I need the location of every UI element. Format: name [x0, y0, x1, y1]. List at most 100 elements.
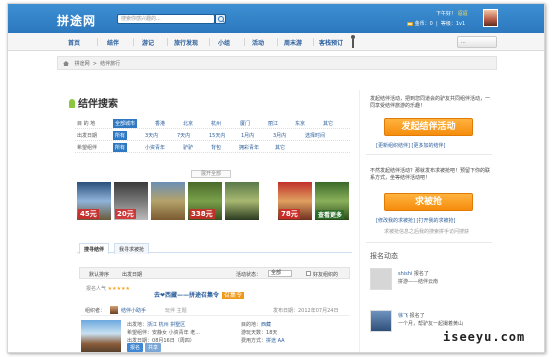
trip-title: 去❤西藏——拼途召集令 召集令: [154, 290, 245, 299]
nav-right-button[interactable]: ...: [457, 36, 497, 48]
price-badge: 20元: [115, 209, 136, 219]
destination-value: 西藏: [261, 322, 272, 328]
days-label: 游玩天数：: [241, 330, 267, 336]
destination-line: 目的地：西藏: [241, 321, 271, 328]
price-badge: 45元: [78, 209, 99, 219]
filter-option[interactable]: 驴驴: [183, 144, 193, 151]
feed-line1: shishi 报名了: [398, 270, 429, 277]
ask-links[interactable]: [修改我的求被抢] [打开我的求被抢]: [376, 217, 455, 224]
filter-option[interactable]: 选择时间: [305, 132, 325, 139]
page-title-text: 结伴搜索: [78, 99, 118, 110]
status-select[interactable]: 全部: [268, 270, 292, 277]
filter-option[interactable]: 拥彩青年: [239, 144, 259, 151]
nav-divider: [277, 38, 278, 46]
search-icon[interactable]: [215, 14, 226, 24]
filter-option[interactable]: 其它: [323, 120, 333, 127]
trip-image[interactable]: [81, 320, 121, 352]
friends-checkbox[interactable]: [306, 271, 311, 276]
nav-discover[interactable]: 旅行发现: [174, 38, 198, 47]
cost-value: 拼途 AA: [266, 338, 285, 344]
thumbnail[interactable]: [225, 182, 259, 220]
filter-option[interactable]: 所有: [113, 131, 128, 140]
feed-avatar[interactable]: [370, 310, 392, 332]
filter-option[interactable]: 丽江: [268, 120, 278, 127]
filter-option[interactable]: 7天内: [177, 132, 190, 139]
filter-option[interactable]: 15天内: [209, 132, 225, 139]
filter-option[interactable]: 厦门: [240, 120, 250, 127]
sort-default[interactable]: 默认排序: [89, 271, 109, 278]
ask-note: 求被抢信息之后我的搜索拼手访问搜获: [384, 229, 470, 235]
greeting: 下午好！ 迢迢: [436, 10, 468, 17]
sort-bar: 默认排序 出发日期 活动状态： 全部 好友组织的: [79, 267, 350, 279]
filter-option[interactable]: 香港: [155, 120, 165, 127]
signup-button[interactable]: 报名: [127, 343, 144, 352]
price-badge: 78元: [279, 209, 300, 219]
sort-by-date[interactable]: 出发日期: [122, 271, 142, 278]
tab-find-companion[interactable]: 搜寻结伴: [79, 243, 110, 254]
filter-option[interactable]: 其它: [275, 144, 285, 151]
page-title: 结伴搜索: [69, 95, 118, 110]
filter-option[interactable]: 所有: [113, 143, 128, 152]
filter-option[interactable]: 北京: [183, 120, 193, 127]
hiker-icon: [349, 35, 357, 49]
organizer-row: 组织者： 结伴小助手 玩伴 主题 发布日期：2012年07月24日: [81, 304, 350, 316]
trip-title-link[interactable]: 去❤西藏——拼途召集令: [154, 292, 219, 299]
filter-option[interactable]: 全部城市: [113, 119, 138, 128]
expand-all-button[interactable]: 展开全部: [191, 170, 231, 178]
destination-thumbnails: 45元 20元 338元 78元 查看更多: [77, 182, 352, 222]
breadcrumb-home[interactable]: 拼途网: [75, 61, 90, 67]
filter-option[interactable]: 东京: [295, 120, 305, 127]
filter-option[interactable]: 3天内: [145, 132, 158, 139]
username-link[interactable]: 迢迢: [458, 11, 468, 17]
divider: [366, 242, 492, 243]
origin-value: 浙江 杭州 拱墅区: [147, 322, 186, 328]
organizer-name[interactable]: 结伴小助手: [121, 307, 146, 314]
filter-option[interactable]: 小资青年: [145, 144, 165, 151]
feed-line2[interactable]: 拼游——结伴云南: [398, 278, 438, 285]
nav-companion[interactable]: 结伴: [107, 38, 119, 47]
filter-option[interactable]: 1月内: [241, 132, 254, 139]
origin-label: 出发地：: [127, 322, 148, 328]
user-avatar[interactable]: [483, 9, 498, 27]
filter-option[interactable]: 3月内: [273, 132, 286, 139]
feed-user[interactable]: shishi: [398, 271, 412, 277]
launch-companion-button[interactable]: 发起结伴活动: [384, 118, 473, 136]
view-more-link[interactable]: 查看更多: [316, 210, 345, 219]
breadcrumb-current: 结伴旅行: [100, 61, 121, 67]
popularity-row: 报名人气 ★★★★★: [86, 285, 130, 292]
feed-user[interactable]: 徐飞: [398, 313, 408, 319]
nav-weekend[interactable]: 周末游: [284, 38, 302, 47]
nav-travelogue[interactable]: 游记: [142, 38, 154, 47]
search-input[interactable]: 搜索你感兴趣的...: [117, 14, 215, 24]
nav-events[interactable]: 活动: [252, 38, 264, 47]
thumbnail[interactable]: [151, 182, 185, 220]
filter-option[interactable]: 背包: [211, 144, 221, 151]
nav-groups[interactable]: 小组: [218, 38, 230, 47]
nav-divider: [133, 38, 134, 46]
mail-icon[interactable]: [407, 21, 413, 26]
home-icon[interactable]: [63, 61, 69, 66]
site-logo[interactable]: 拼途网: [57, 12, 96, 29]
nav-inn-booking[interactable]: 客栈预订: [319, 38, 343, 47]
share-button[interactable]: 共享: [145, 343, 162, 352]
launch-links[interactable]: [更新组织结伴] [更多加的结伴]: [376, 142, 445, 149]
feed-line1: 徐飞 报名了: [398, 312, 425, 319]
launch-intro: 发起结伴活动，把到您同道会的驴友共同组伴活动，一同享受结伴旅游的乐趣！: [370, 96, 491, 109]
thumbnail[interactable]: 20元: [114, 182, 148, 220]
filter-option[interactable]: 杭州: [211, 120, 221, 127]
thumbnail[interactable]: 338元: [188, 182, 222, 220]
organizer-avatar[interactable]: [110, 306, 118, 314]
nav-home[interactable]: 首页: [68, 38, 80, 47]
status-label: 活动状态：: [236, 272, 262, 278]
promo-tag: 召集令: [222, 292, 245, 299]
tab-wanted[interactable]: 我寻求被抢: [114, 243, 150, 254]
feed-avatar[interactable]: [370, 268, 392, 290]
feed-line2[interactable]: 一个月，帮驴友一起撮着黄山: [398, 320, 463, 327]
hope-label: 希望组伴：: [127, 330, 153, 336]
thumbnail[interactable]: 查看更多: [315, 182, 349, 220]
organizer-tags: 玩伴 主题: [165, 308, 187, 314]
thumbnail[interactable]: 78元: [278, 182, 312, 220]
ask-button[interactable]: 求被抢: [384, 193, 473, 211]
popularity-label: 报名人气: [86, 286, 107, 292]
thumbnail[interactable]: 45元: [77, 182, 111, 220]
